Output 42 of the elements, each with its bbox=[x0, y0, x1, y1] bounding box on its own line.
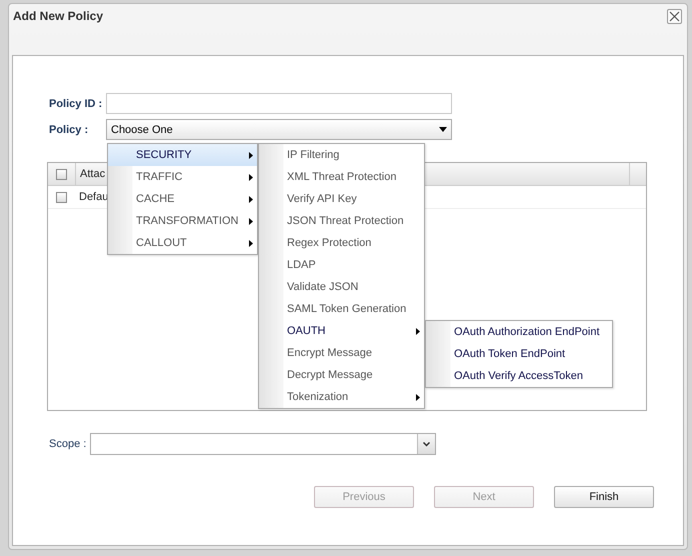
menu-item[interactable]: Encrypt Message bbox=[259, 342, 424, 364]
field-label: Policy : bbox=[49, 124, 90, 136]
menu-item[interactable]: LDAP bbox=[259, 254, 424, 276]
menu-item[interactable]: CACHE bbox=[108, 188, 257, 210]
menu-item[interactable]: OAUTH bbox=[259, 320, 424, 342]
column-header: Attac bbox=[80, 168, 106, 180]
policy-dropdown[interactable]: Choose One bbox=[106, 119, 452, 140]
table-cell-text: Defau bbox=[78, 190, 108, 205]
menu-item[interactable]: Decrypt Message bbox=[259, 364, 424, 386]
menu-item[interactable]: XML Threat Protection bbox=[259, 166, 424, 188]
menu-item[interactable]: OAuth Verify AccessToken bbox=[426, 365, 612, 387]
checkbox[interactable] bbox=[56, 168, 67, 180]
submenu-arrow-icon bbox=[249, 196, 253, 202]
close-button[interactable] bbox=[667, 9, 682, 24]
menu-item[interactable]: Tokenization bbox=[259, 386, 424, 408]
field-label: Policy ID : bbox=[49, 98, 104, 110]
submenu-arrow-icon bbox=[416, 394, 420, 400]
menu-item[interactable]: OAuth Authorization EndPoint bbox=[426, 321, 612, 343]
window-title: Add New Policy bbox=[13, 9, 104, 23]
menu-item[interactable]: TRAFFIC bbox=[108, 166, 257, 188]
submenu-arrow-icon bbox=[249, 174, 253, 180]
scope-dropdown[interactable] bbox=[90, 433, 436, 455]
submenu-arrow-icon bbox=[249, 218, 253, 224]
menu-item[interactable]: SAML Token Generation bbox=[259, 298, 424, 320]
field-label: Scope : bbox=[49, 438, 88, 450]
submenu-arrow-icon bbox=[249, 240, 253, 246]
policy-id-field[interactable] bbox=[106, 93, 452, 114]
submenu-arrow-icon bbox=[416, 328, 420, 334]
menu-item[interactable]: TRANSFORMATION bbox=[108, 210, 257, 232]
submenu-arrow-icon bbox=[249, 152, 253, 158]
menu-item[interactable]: IP Filtering bbox=[259, 144, 424, 166]
menu-item[interactable]: OAuth Token EndPoint bbox=[426, 343, 612, 365]
dropdown-arrow-icon bbox=[439, 127, 447, 132]
menu-item[interactable]: Regex Protection bbox=[259, 232, 424, 254]
menu-item[interactable]: JSON Threat Protection bbox=[259, 210, 424, 232]
menu-item[interactable]: Verify API Key bbox=[259, 188, 424, 210]
wizard-button[interactable]: Finish bbox=[554, 486, 654, 508]
menu-item[interactable]: CALLOUT bbox=[108, 232, 257, 254]
menu-item[interactable]: SECURITY bbox=[108, 144, 257, 166]
menu-item[interactable]: Validate JSON bbox=[259, 276, 424, 298]
chevron-down-icon bbox=[423, 442, 430, 446]
checkbox[interactable] bbox=[56, 192, 67, 202]
